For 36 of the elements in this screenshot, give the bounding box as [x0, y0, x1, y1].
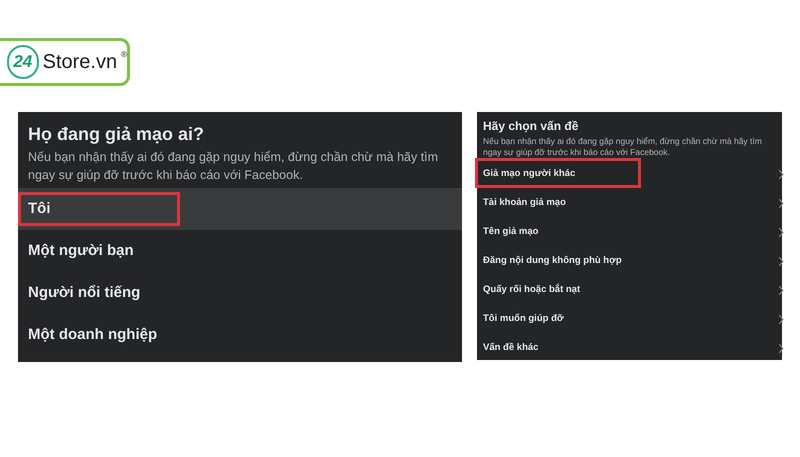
option-row[interactable]: Người nổi tiếng [18, 272, 462, 314]
logo-text: Store.vn [42, 50, 118, 75]
chevron-icon [779, 170, 784, 179]
chevron-icon [779, 315, 784, 324]
option-label: Tôi [28, 198, 50, 219]
option-row[interactable]: Tài khoản giả mạo [477, 189, 782, 218]
option-label: Vấn đề khác [483, 341, 538, 356]
registered-mark: ® [121, 49, 127, 61]
option-label: Tên giả mạo [483, 225, 538, 240]
dialog-title: Họ đang giả mạo ai? [28, 123, 206, 146]
option-row[interactable]: Tôi muốn giúp đỡ [477, 305, 782, 334]
option-label: Quấy rối hoặc bắt nạt [483, 283, 580, 298]
dialog-description: Nếu bạn nhận thấy ai đó đang gặp nguy hiểm, đừng chần chừ mà hãy tìm ngay sự giúp đỡ trước khi báo cáo với Facebook. [28, 149, 440, 184]
chevron-icon [779, 286, 784, 295]
chevron-icon [779, 257, 784, 266]
option-label: Tài khoản giả mạo [483, 196, 566, 210]
chevron-icon [779, 228, 784, 237]
option-row[interactable]: Tên giả mạo [477, 218, 782, 247]
option-label: Đăng nội dung không phù hợp [483, 254, 622, 268]
option-label: Một doanh nghiệp [28, 324, 158, 345]
chevron-icon [779, 344, 784, 353]
dialog-title: Hãy chọn vấn đề [483, 118, 580, 134]
option-row[interactable]: Tôi [18, 188, 462, 230]
option-row[interactable]: Quấy rối hoặc bắt nạt [477, 276, 782, 305]
option-label: Giả mạo người khác [483, 167, 576, 182]
chevron-icon [779, 199, 784, 208]
option-row[interactable]: Một doanh nghiệp [18, 314, 462, 356]
option-row[interactable]: Giả mạo người khác [477, 160, 782, 189]
option-row[interactable]: Vấn đề khác [477, 334, 782, 363]
dialog-description: Nếu bạn nhận thấy ai đó đang gặp nguy hiểm, đừng chần chừ mà hãy tìm ngay sự giúp đỡ trước khi báo cáo với Facebook. [483, 136, 763, 158]
option-row[interactable]: Đăng nội dung không phù hợp [477, 247, 782, 276]
option-label: Tôi muốn giúp đỡ [483, 312, 564, 326]
option-label: Một người bạn [28, 240, 134, 261]
option-row[interactable]: Một người bạn [18, 230, 462, 272]
logo-badge: 24 [7, 45, 39, 79]
option-label: Người nổi tiếng [28, 282, 140, 303]
